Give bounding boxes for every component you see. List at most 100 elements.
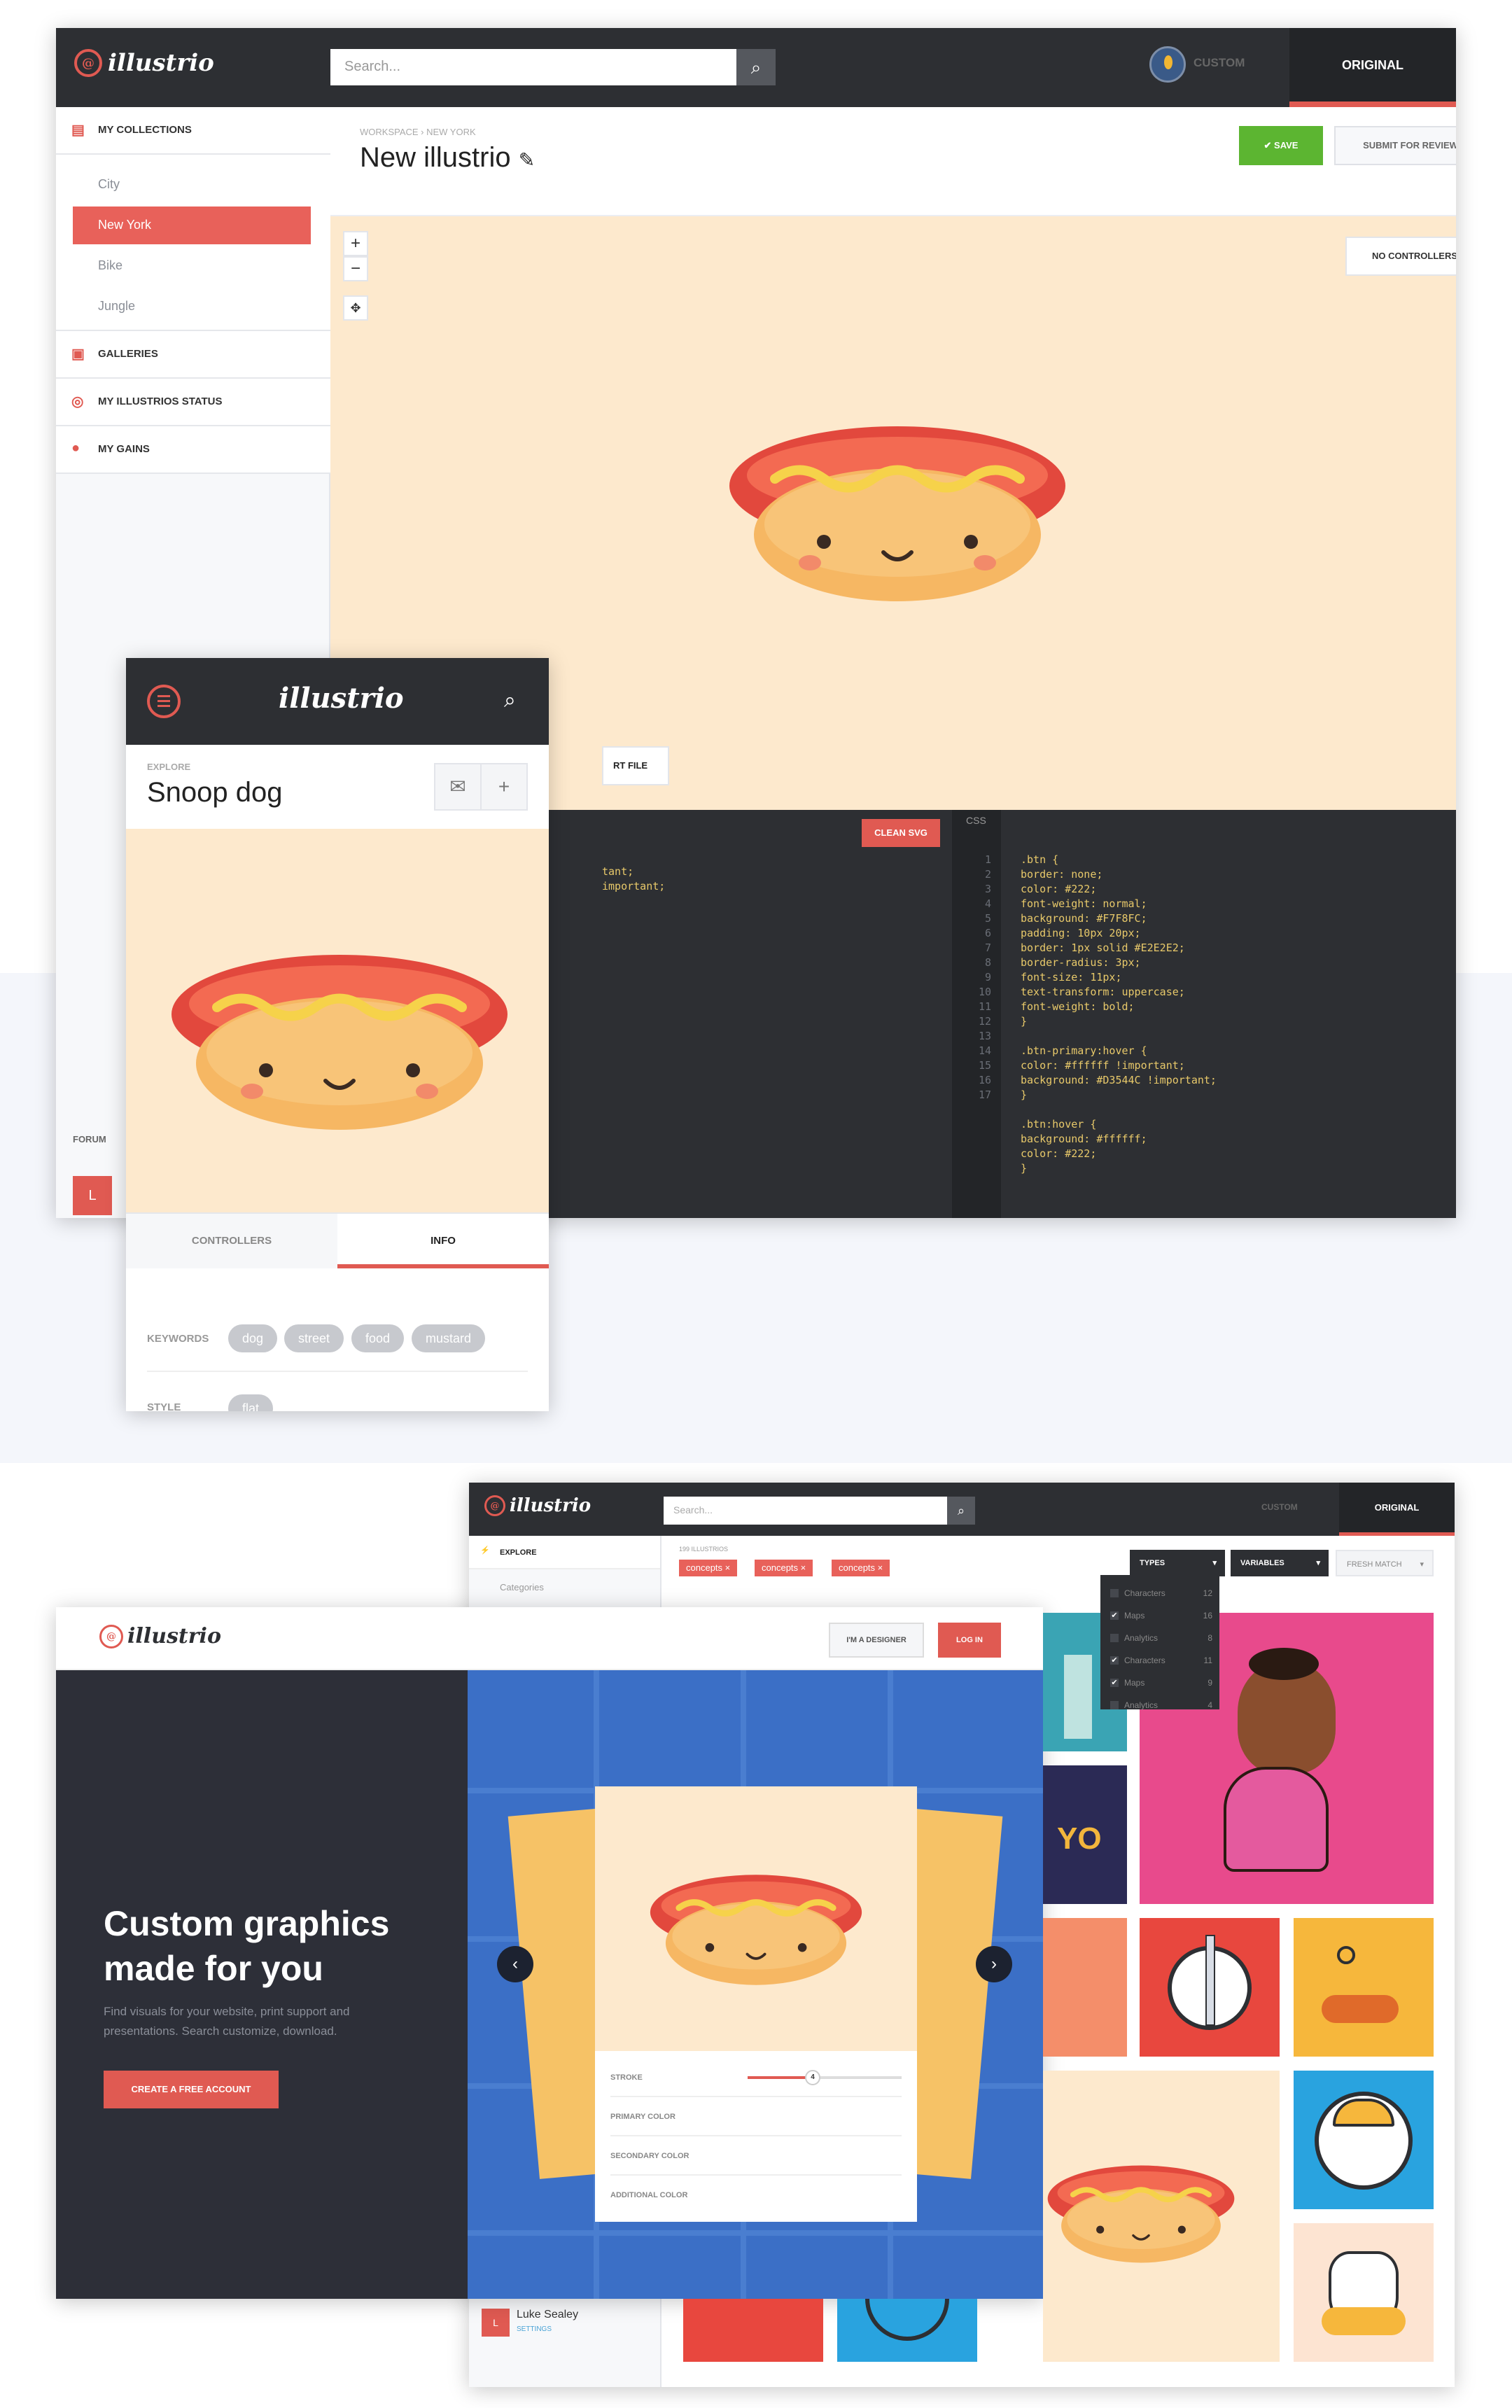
additional-color-control[interactable]: ADDITIONAL COLOR	[610, 2176, 902, 2215]
gallery-tile-corgi[interactable]	[1294, 1918, 1434, 2057]
clean-svg-button[interactable]: CLEAN SVG	[862, 819, 940, 847]
avatar[interactable]: L	[73, 1176, 112, 1215]
stroke-control[interactable]: STROKE 4	[610, 2058, 902, 2097]
style-tag[interactable]: flat	[228, 1394, 274, 1411]
mail-icon[interactable]: ✉	[434, 763, 482, 811]
pencil-icon[interactable]: ✎	[519, 149, 535, 171]
gallery-tile-hotdog[interactable]	[1043, 2071, 1280, 2362]
search-icon[interactable]: ⌕	[504, 689, 516, 713]
keyword-tag[interactable]: food	[351, 1324, 405, 1352]
search-icon[interactable]: ⌕	[947, 1497, 975, 1525]
avatar[interactable]: L	[482, 2309, 510, 2337]
prev-arrow-icon[interactable]: ‹	[497, 1946, 533, 1982]
sidebar-item-explore[interactable]: ⚡ EXPLORE	[469, 1536, 660, 1569]
zoom-in-button[interactable]: +	[343, 231, 368, 256]
settings-link[interactable]: SETTINGS	[517, 2325, 552, 2333]
brand-logo[interactable]: illustrio	[279, 682, 404, 715]
submit-review-button[interactable]: SUBMIT FOR REVIEW	[1334, 126, 1456, 165]
designer-button[interactable]: I'M A DESIGNER	[829, 1623, 924, 1658]
save-button[interactable]: ✔ SAVE	[1239, 126, 1323, 165]
gallery-tile-worker[interactable]	[1294, 2071, 1434, 2209]
slider-handle[interactable]: 4	[805, 2070, 820, 2085]
sidebar-item-collections[interactable]: ▤ MY COLLECTIONS	[56, 107, 330, 155]
keyword-tag[interactable]: street	[284, 1324, 344, 1352]
svg-code[interactable]: tant; important;	[602, 864, 665, 894]
login-button[interactable]: LOG IN	[938, 1623, 1001, 1658]
zoom-out-button[interactable]: −	[343, 256, 368, 281]
gallery-tile-red[interactable]	[683, 2299, 823, 2362]
tab-controllers[interactable]: CONTROLLERS	[126, 1212, 337, 1268]
hotdog-illustration	[729, 426, 1065, 601]
checkbox[interactable]	[1110, 1589, 1119, 1597]
mobile-screen: illustrio ⌕ EXPLORE Snoop dog ✉ + CONTRO…	[126, 658, 549, 1411]
chevron-down-icon: ▾	[1212, 1559, 1217, 1567]
location-pin-icon	[1149, 46, 1186, 83]
user-name[interactable]: Luke Sealey	[517, 2309, 578, 2321]
sidebar-item-gains[interactable]: ● MY GAINS	[56, 426, 330, 474]
gallery-tile-cat[interactable]	[1294, 2223, 1434, 2362]
type-option[interactable]: Analytics 4	[1100, 1694, 1219, 1716]
gallery-tile-monument[interactable]	[1140, 1918, 1280, 2057]
sub-item-new-york[interactable]: New York	[73, 206, 311, 244]
type-option[interactable]: Characters 12	[1100, 1582, 1219, 1604]
css-code[interactable]: .btn { border: none; color: #222; font-w…	[1021, 853, 1217, 1176]
type-option[interactable]: Analytics 8	[1100, 1627, 1219, 1649]
variables-dropdown[interactable]: VARIABLES ▾	[1231, 1550, 1329, 1576]
checkbox-checked[interactable]: ✔	[1110, 1656, 1119, 1665]
secondary-color-control[interactable]: SECONDARY COLOR	[610, 2136, 902, 2176]
brand-logo[interactable]: @ illustrio	[484, 1495, 591, 1516]
filter-tag[interactable]: concepts ×	[832, 1560, 890, 1576]
sidebar-item-galleries[interactable]: ▣ GALLERIES	[56, 331, 330, 379]
categories-link[interactable]: Categories	[500, 1582, 544, 1592]
menu-icon[interactable]	[147, 685, 181, 718]
next-arrow-icon[interactable]: ›	[976, 1946, 1012, 1982]
gallery-tile-blue[interactable]	[837, 2299, 977, 2362]
search-icon[interactable]: ⌕	[736, 49, 776, 85]
type-option[interactable]: ✔ Characters 11	[1100, 1649, 1219, 1672]
checkbox-checked[interactable]: ✔	[1110, 1679, 1119, 1687]
hero-panel: Custom graphics made for you Find visual…	[56, 1670, 468, 2299]
collections-icon: ▤	[71, 122, 85, 138]
original-tab[interactable]: ORIGINAL	[1339, 1483, 1455, 1536]
sub-item-city[interactable]: City	[73, 166, 311, 204]
forum-label[interactable]: FORUM	[73, 1134, 106, 1144]
custom-tab[interactable]: CUSTOM	[1261, 1502, 1298, 1512]
add-icon[interactable]: +	[480, 763, 528, 811]
gallery-tile-owl[interactable]: YO	[1043, 1765, 1127, 1904]
keyword-tag[interactable]: mustard	[412, 1324, 486, 1352]
import-file-button[interactable]: RT FILE	[602, 746, 669, 785]
custom-tab[interactable]: CUSTOM	[1194, 56, 1245, 70]
filter-tag[interactable]: concepts ×	[755, 1560, 813, 1576]
sidebar-item-status[interactable]: ◎ MY ILLUSTRIOS STATUS	[56, 379, 330, 426]
type-option[interactable]: ✔ Maps 9	[1100, 1672, 1219, 1694]
page-title[interactable]: New illustrio ✎	[360, 142, 535, 174]
checkbox[interactable]	[1110, 1634, 1119, 1642]
type-option[interactable]: ✔ Maps 16	[1100, 1604, 1219, 1627]
chevron-down-icon: ▾	[1420, 1560, 1424, 1569]
stroke-slider[interactable]: 4	[748, 2070, 902, 2085]
breadcrumb[interactable]: WORKSPACE › NEW YORK	[360, 127, 476, 137]
keyword-tag[interactable]: dog	[228, 1324, 278, 1352]
brand-logo[interactable]: @ illustrio	[99, 1624, 221, 1648]
search-input[interactable]: Search...	[330, 49, 736, 85]
no-controllers-button[interactable]: NO CONTROLLERS	[1345, 237, 1456, 276]
sub-item-bike[interactable]: Bike	[73, 247, 311, 285]
sub-item-jungle[interactable]: Jungle	[73, 288, 311, 326]
checkbox-checked[interactable]: ✔	[1110, 1611, 1119, 1620]
illustration-card[interactable]: STROKE 4 PRIMARY COLOR SECONDARY COLOR A…	[595, 1786, 917, 2222]
fresh-match-dropdown[interactable]: FRESH MATCH ▾	[1336, 1550, 1434, 1576]
filter-tag[interactable]: concepts ×	[679, 1560, 738, 1576]
primary-color-control[interactable]: PRIMARY COLOR	[610, 2097, 902, 2136]
css-label: CSS	[966, 815, 986, 826]
brand-logo[interactable]: @ illustrio	[74, 49, 214, 77]
piggy-bank-icon: ●	[71, 440, 80, 456]
logo-icon: @	[484, 1495, 505, 1516]
tab-info[interactable]: INFO	[337, 1212, 549, 1268]
types-dropdown[interactable]: TYPES ▾	[1130, 1550, 1225, 1576]
gallery-tile-robot[interactable]	[1043, 1918, 1127, 2057]
create-account-button[interactable]: CREATE A FREE ACCOUNT	[104, 2071, 279, 2108]
original-tab[interactable]: ORIGINAL	[1289, 28, 1456, 107]
search-input[interactable]: Search...	[664, 1497, 947, 1525]
move-icon[interactable]: ✥	[343, 295, 368, 321]
checkbox[interactable]	[1110, 1701, 1119, 1709]
